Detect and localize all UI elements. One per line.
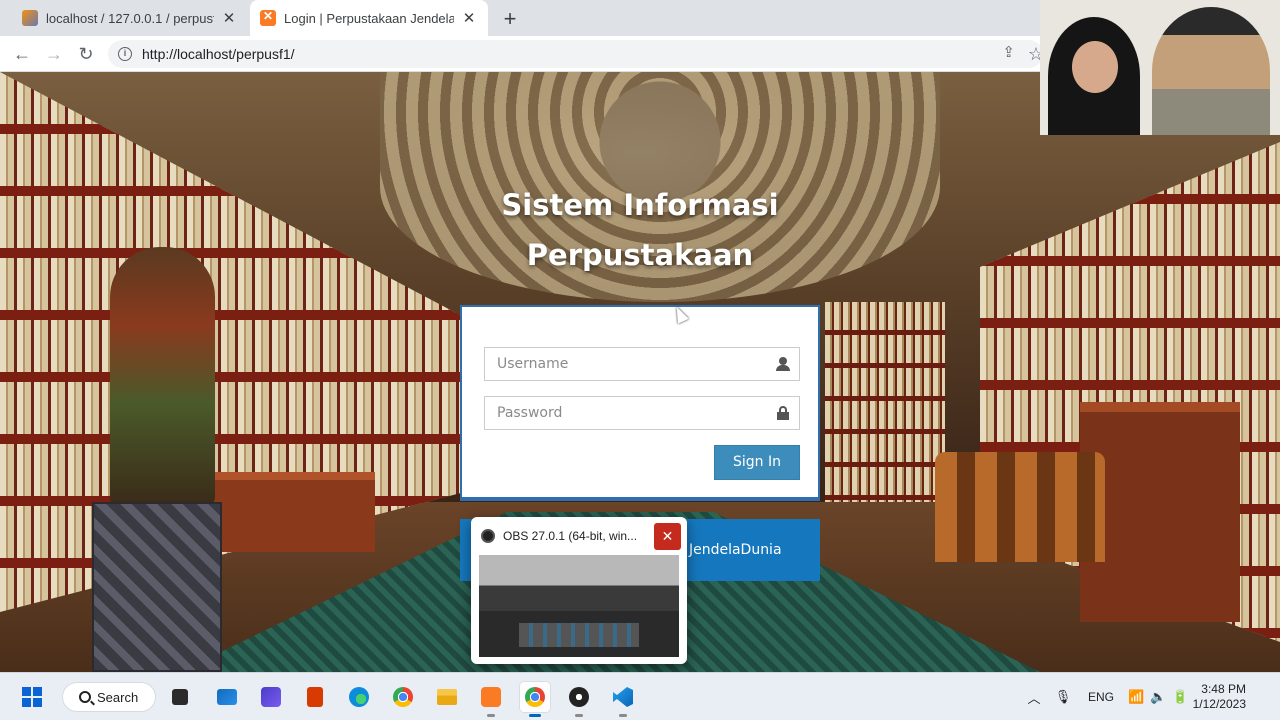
- chrome-button[interactable]: [387, 681, 419, 713]
- phpmyadmin-icon: [22, 10, 38, 26]
- edge-icon: [349, 687, 369, 707]
- system-tray: ︿ 🎙 ENG 📶 🔈 🔋: [1024, 673, 1188, 720]
- running-indicator: [619, 714, 627, 717]
- background-desk: [205, 472, 375, 552]
- chrome-icon: [393, 687, 413, 707]
- running-indicator: [487, 714, 495, 717]
- obs-button[interactable]: [563, 681, 595, 717]
- background-bookshelf-mid: [825, 302, 945, 502]
- xampp-icon: [260, 9, 276, 26]
- battery-icon[interactable]: 🔋: [1172, 689, 1188, 705]
- obs-thumbnail[interactable]: [479, 555, 679, 657]
- search-icon: [79, 691, 91, 703]
- running-indicator: [575, 714, 583, 717]
- chrome-profile-icon: [525, 687, 545, 707]
- system-clock[interactable]: 3:48 PM 1/12/2023: [1193, 682, 1246, 712]
- page-title: Sistem Informasi Perpustakaan: [460, 180, 820, 280]
- sign-in-button[interactable]: Sign In: [714, 445, 800, 480]
- clock-time: 3:48 PM: [1201, 682, 1246, 696]
- forward-icon[interactable]: →: [42, 42, 66, 66]
- share-icon[interactable]: ⇪: [1002, 43, 1015, 61]
- active-indicator: [529, 714, 541, 717]
- file-explorer-icon: [437, 689, 457, 705]
- webcam-overlay: [1040, 0, 1280, 135]
- taskbar: Search ︿ 🎙 ENG 📶 🔈 🔋 3:48 PM 1/12/2023: [0, 672, 1280, 720]
- obs-window-preview[interactable]: OBS 27.0.1 (64-bit, win... ✕: [471, 517, 687, 664]
- volume-icon[interactable]: 🔈: [1150, 689, 1166, 705]
- chrome-profile-button[interactable]: [519, 681, 551, 717]
- info-icon[interactable]: i: [118, 47, 132, 61]
- office-button[interactable]: [299, 681, 331, 713]
- login-form: Sign In: [460, 305, 820, 501]
- password-field[interactable]: [484, 396, 800, 430]
- language-indicator[interactable]: ENG: [1086, 690, 1116, 704]
- wifi-icon[interactable]: 📶: [1128, 689, 1144, 705]
- file-explorer-button[interactable]: [431, 681, 463, 713]
- title-line-2: Perpustakaan: [526, 238, 754, 272]
- webcam-person-right: [1152, 7, 1270, 135]
- lock-icon: [776, 406, 790, 420]
- title-line-1: Sistem Informasi: [501, 188, 779, 222]
- username-field[interactable]: [484, 347, 800, 381]
- vscode-alt-icon: [261, 687, 281, 707]
- obs-icon: [569, 687, 589, 707]
- mail-button[interactable]: [211, 681, 243, 713]
- tab-phpmyadmin[interactable]: localhost / 127.0.0.1 / perpusf1 / ✕: [12, 0, 248, 36]
- obs-icon: [481, 529, 495, 543]
- chevron-up-icon[interactable]: ︿: [1024, 688, 1044, 707]
- task-view-button[interactable]: [164, 681, 196, 713]
- close-icon[interactable]: ✕: [220, 9, 238, 27]
- microphone-icon[interactable]: 🎙: [1050, 689, 1076, 705]
- tab-title: localhost / 127.0.0.1 / perpusf1 /: [46, 10, 214, 26]
- xampp-button[interactable]: [475, 681, 507, 717]
- edge-button[interactable]: [343, 681, 375, 713]
- tab-title: Login | Perpustakaan JendelaDunia: [284, 10, 454, 26]
- obs-preview-title: OBS 27.0.1 (64-bit, win...: [503, 529, 638, 543]
- background-statue: [110, 247, 215, 507]
- start-button[interactable]: [16, 681, 48, 713]
- new-tab-button[interactable]: +: [498, 6, 522, 32]
- office-icon: [307, 687, 323, 707]
- url-text[interactable]: http://localhost/perpusf1/: [142, 46, 295, 62]
- xampp-icon: [481, 687, 501, 707]
- user-icon: [776, 357, 790, 371]
- webcam-person-left: [1048, 17, 1140, 135]
- close-icon[interactable]: ✕: [654, 523, 681, 550]
- vscode-button[interactable]: [607, 681, 639, 717]
- back-icon[interactable]: ←: [10, 42, 34, 66]
- clock-date: 1/12/2023: [1192, 697, 1246, 711]
- taskbar-search[interactable]: Search: [62, 682, 156, 712]
- search-label: Search: [97, 689, 139, 705]
- task-view-icon: [172, 689, 188, 705]
- background-chairs: [935, 452, 1105, 562]
- username-input[interactable]: [485, 348, 799, 380]
- tab-login[interactable]: Login | Perpustakaan JendelaDunia ✕: [250, 0, 488, 36]
- close-icon[interactable]: ✕: [460, 9, 478, 27]
- reload-icon[interactable]: ↻: [74, 42, 98, 66]
- address-bar[interactable]: i http://localhost/perpusf1/ ⇪: [108, 40, 1043, 68]
- windows-start-icon: [22, 687, 42, 707]
- background-pedestal: [92, 502, 222, 672]
- vscode-icon: [613, 687, 633, 707]
- mail-icon: [217, 689, 237, 705]
- password-input[interactable]: [485, 397, 799, 429]
- app-button[interactable]: [255, 681, 287, 713]
